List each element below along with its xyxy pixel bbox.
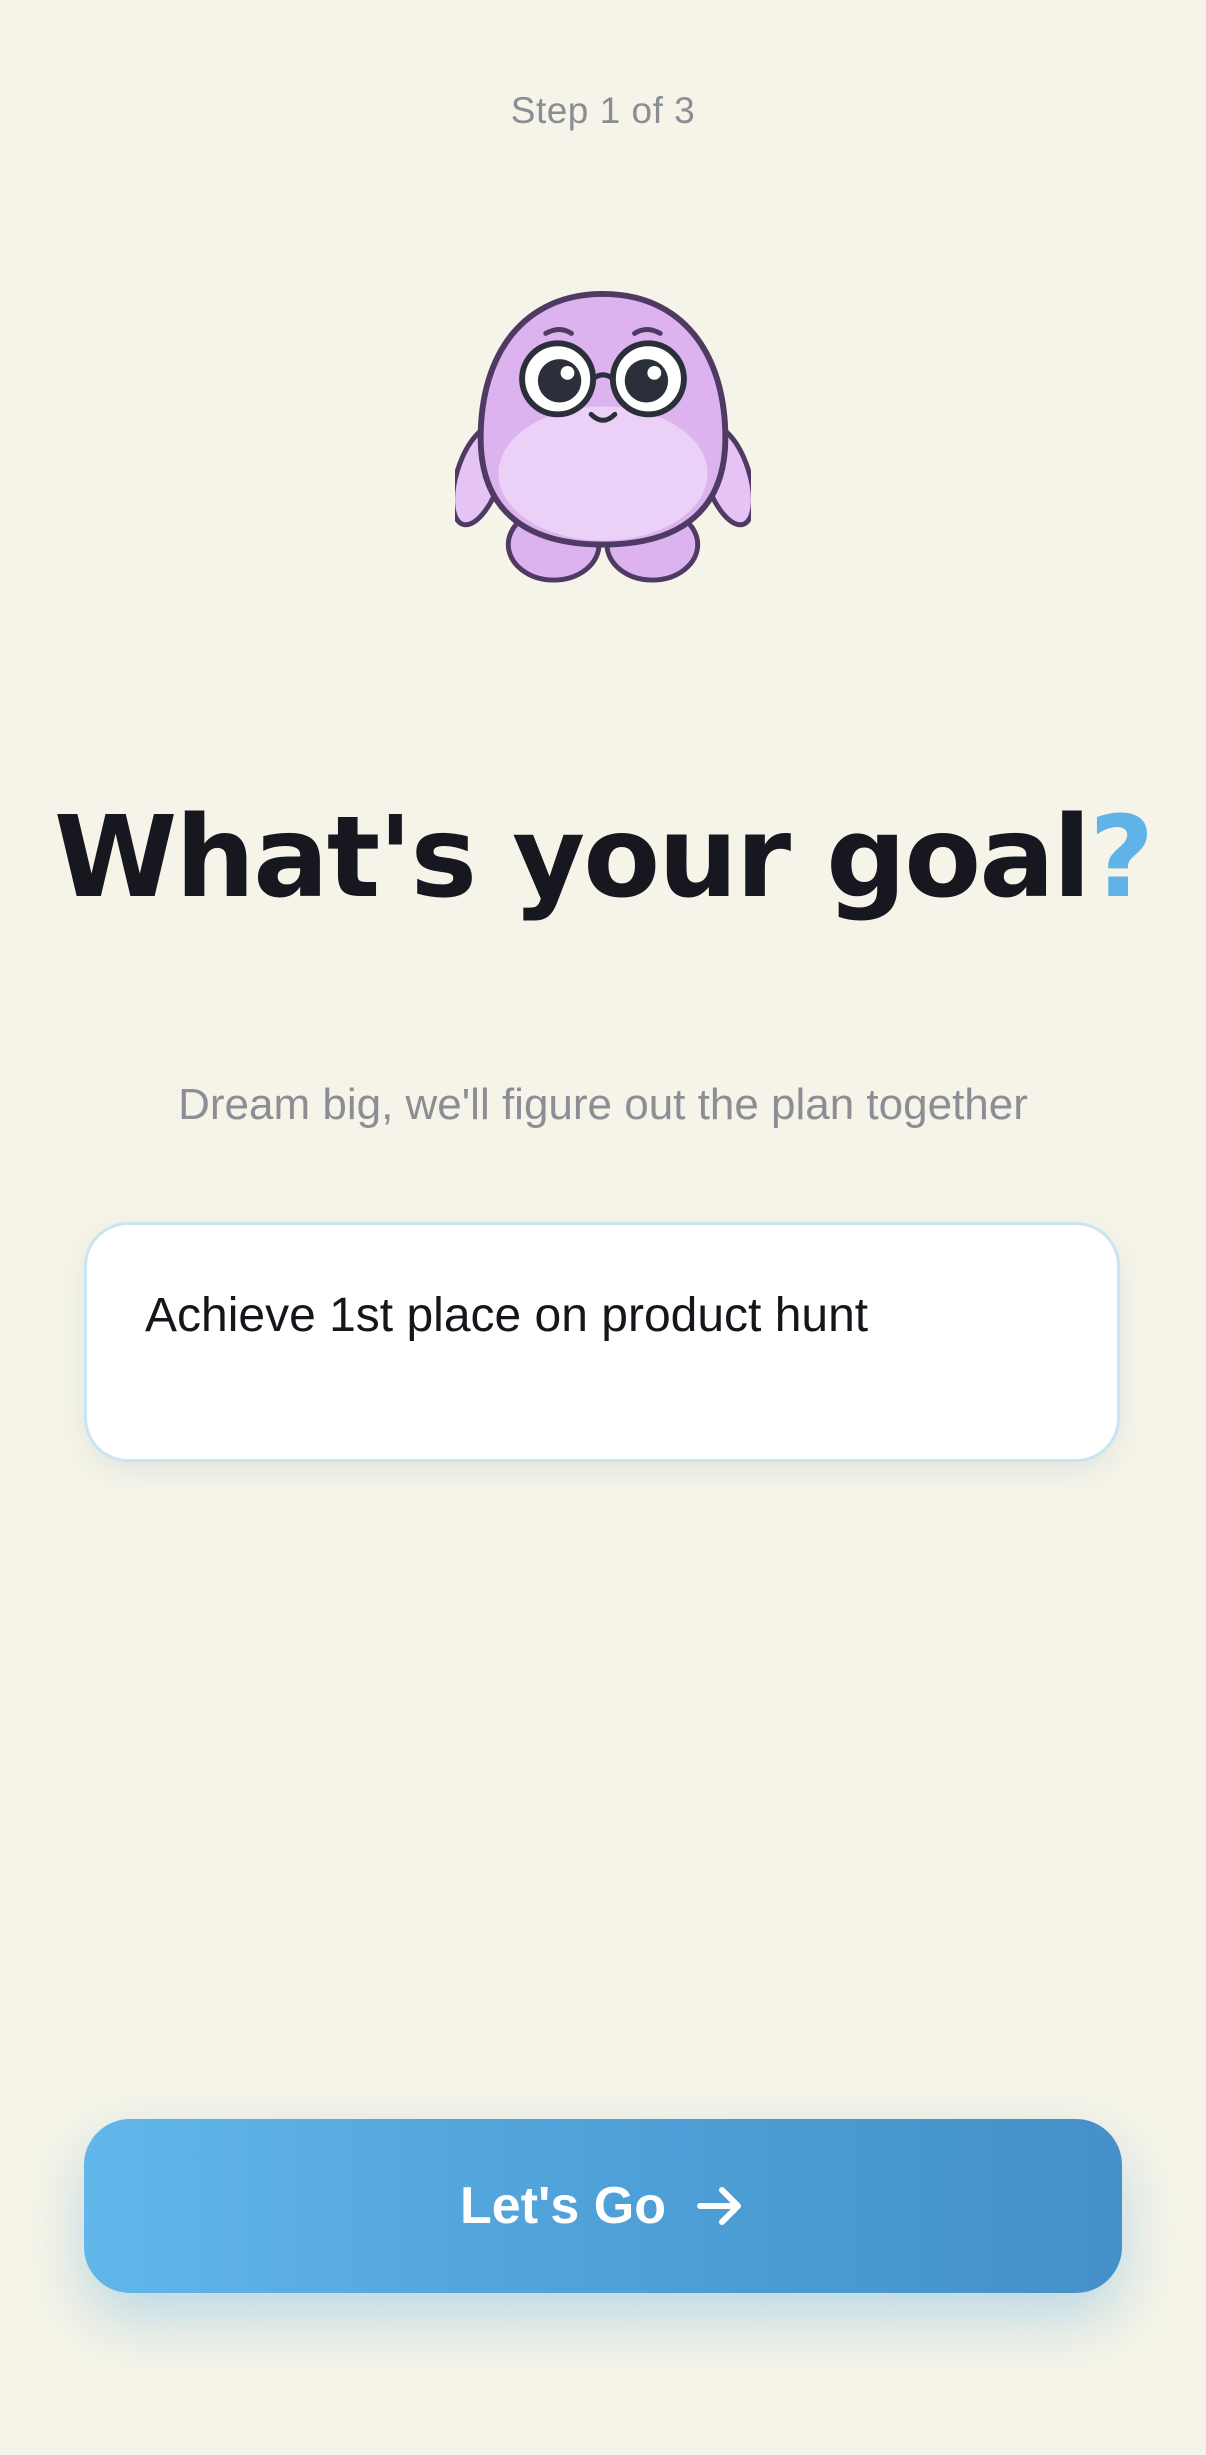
lets-go-button[interactable]: Let's Go <box>84 2119 1122 2293</box>
goal-input-value[interactable]: Achieve 1st place on product hunt <box>145 1287 1059 1345</box>
arrow-right-icon <box>696 2187 741 2225</box>
goal-input[interactable]: Achieve 1st place on product hunt <box>84 1222 1120 1462</box>
mascot-icon <box>450 290 756 583</box>
lets-go-label: Let's Go <box>460 2177 666 2235</box>
question-mark: ? <box>1089 793 1154 923</box>
mascot-illustration <box>450 290 756 586</box>
step-indicator: Step 1 of 3 <box>510 90 696 131</box>
page-subtitle: Dream big, we'll figure out the plan tog… <box>178 1080 1028 1129</box>
page-title: What's your goal? <box>0 782 1206 934</box>
page-title-text: What's your goal <box>53 793 1091 923</box>
